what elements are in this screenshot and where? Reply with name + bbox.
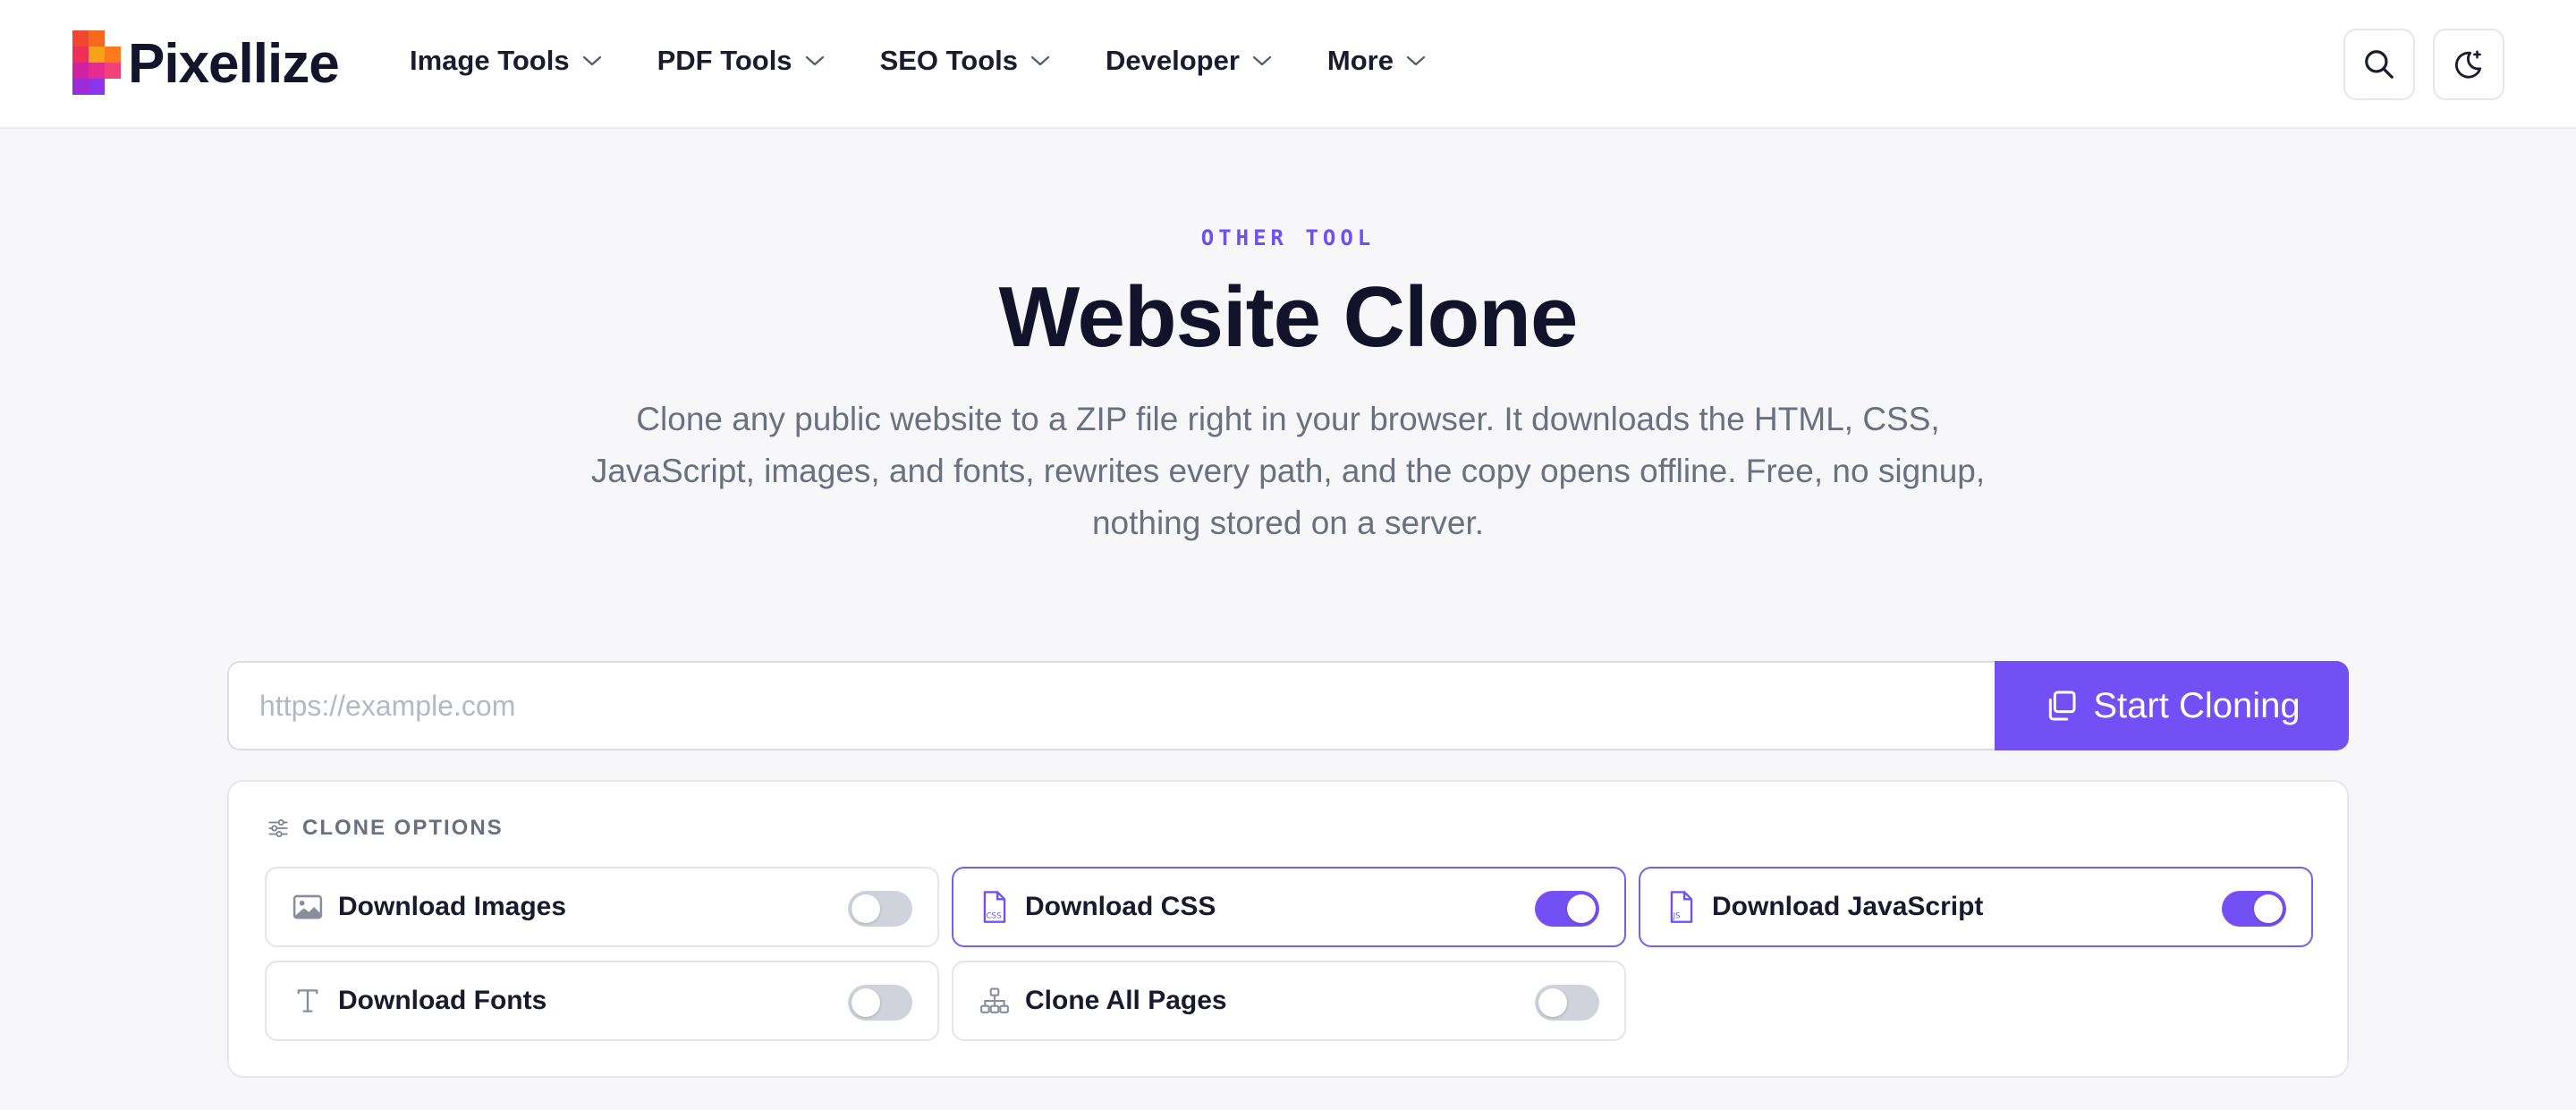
chevron-down-icon <box>1030 55 1050 66</box>
theme-toggle-button[interactable] <box>2433 29 2504 100</box>
chevron-down-icon <box>582 55 601 66</box>
page-title: Website Clone <box>998 269 1579 365</box>
top-navbar: Pixellize Image Tools PDF Tools SEO Tool… <box>0 0 2576 129</box>
download-css-toggle[interactable] <box>1535 891 1599 927</box>
option-label: Download JavaScript <box>1712 892 1984 921</box>
start-cloning-label: Start Cloning <box>2093 685 2301 725</box>
chevron-down-icon <box>1252 55 1272 66</box>
image-icon <box>292 891 324 923</box>
nav-pdf-tools[interactable]: PDF Tools <box>657 45 825 77</box>
svg-text:CSS: CSS <box>987 912 1003 921</box>
nav-label: Image Tools <box>410 45 570 76</box>
brand-name: Pixellize <box>128 32 340 95</box>
svg-text:JS: JS <box>1673 912 1682 921</box>
option-download-css[interactable]: CSS Download CSS <box>952 867 1626 947</box>
main-nav: Image Tools PDF Tools SEO Tools Develope… <box>410 45 1481 77</box>
css-file-icon: CSS <box>979 891 1011 923</box>
option-label: Download Fonts <box>338 986 547 1015</box>
download-images-toggle[interactable] <box>848 891 912 927</box>
nav-more[interactable]: More <box>1327 45 1426 77</box>
sitemap-icon <box>979 985 1011 1017</box>
chevron-down-icon <box>805 55 824 66</box>
nav-developer[interactable]: Developer <box>1106 45 1272 77</box>
download-fonts-toggle[interactable] <box>848 985 912 1021</box>
sliders-icon <box>268 819 288 837</box>
pixel-logo-icon <box>72 30 123 97</box>
chevron-down-icon <box>1406 55 1426 66</box>
option-clone-all-pages[interactable]: Clone All Pages <box>952 961 1626 1041</box>
clone-options-title: CLONE OPTIONS <box>302 816 504 840</box>
js-file-icon: JS <box>1665 891 1698 923</box>
nav-label: Developer <box>1106 45 1240 76</box>
clone-options-card: CLONE OPTIONS Download Images CSS Downlo… <box>227 780 2349 1078</box>
category-eyebrow: OTHER TOOL <box>1200 225 1376 250</box>
option-label: Download CSS <box>1025 892 1216 921</box>
nav-image-tools[interactable]: Image Tools <box>410 45 602 77</box>
font-icon <box>292 985 324 1017</box>
option-label: Download Images <box>338 892 567 921</box>
option-download-fonts[interactable]: Download Fonts <box>265 961 939 1041</box>
moon-sparkle-icon <box>2455 50 2482 79</box>
clone-options-header: CLONE OPTIONS <box>267 816 504 841</box>
nav-label: PDF Tools <box>657 45 792 76</box>
brand-logo[interactable]: Pixellize <box>72 30 340 97</box>
nav-seo-tools[interactable]: SEO Tools <box>880 45 1050 77</box>
copy-icon <box>2049 691 2076 721</box>
search-button[interactable] <box>2343 29 2415 100</box>
option-download-images[interactable]: Download Images <box>265 867 939 947</box>
download-javascript-toggle[interactable] <box>2222 891 2286 927</box>
start-cloning-button[interactable]: Start Cloning <box>1995 661 2349 750</box>
url-input[interactable] <box>227 661 1995 750</box>
clone-all-pages-toggle[interactable] <box>1535 985 1599 1021</box>
option-download-javascript[interactable]: JS Download JavaScript <box>1639 867 2313 947</box>
nav-label: SEO Tools <box>879 45 1019 76</box>
search-icon <box>2365 50 2394 79</box>
nav-label: More <box>1326 45 1394 76</box>
option-label: Clone All Pages <box>1025 986 1227 1015</box>
page-description: Clone any public website to a ZIP file r… <box>590 401 1986 541</box>
